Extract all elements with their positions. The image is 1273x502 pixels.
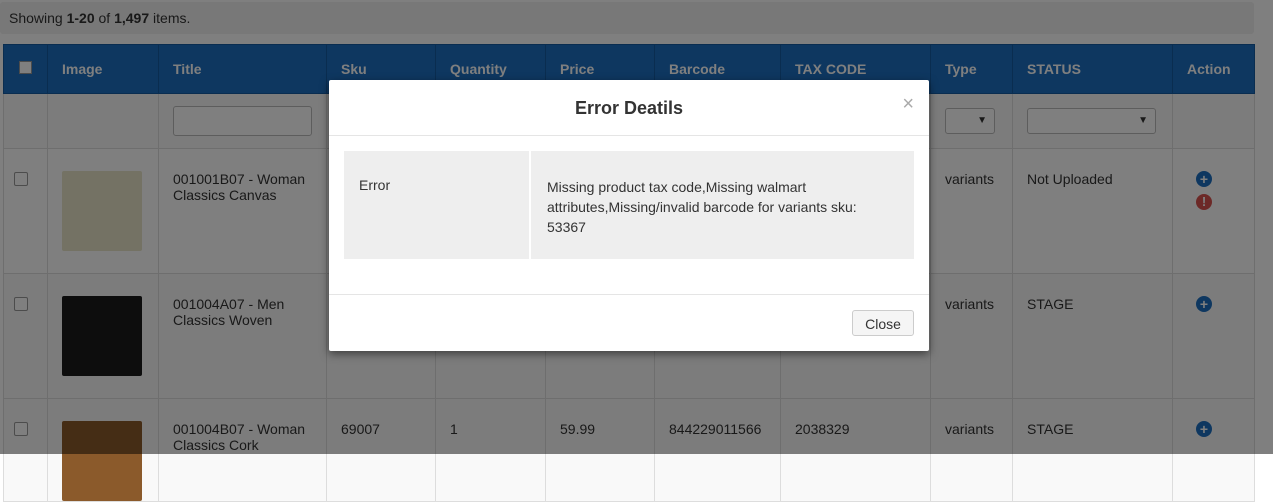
error-details-modal: Error Deatils × Error Missing product ta… <box>329 80 929 351</box>
modal-title: Error Deatils <box>574 98 684 118</box>
close-button[interactable]: Close <box>852 310 914 336</box>
modal-footer: Close <box>329 294 929 352</box>
error-label: Error <box>344 151 531 259</box>
modal-header: Error Deatils × <box>329 80 929 136</box>
error-table: Error Missing product tax code,Missing w… <box>344 151 914 259</box>
error-message: Missing product tax code,Missing walmart… <box>547 179 857 235</box>
close-icon[interactable]: × <box>902 94 914 114</box>
